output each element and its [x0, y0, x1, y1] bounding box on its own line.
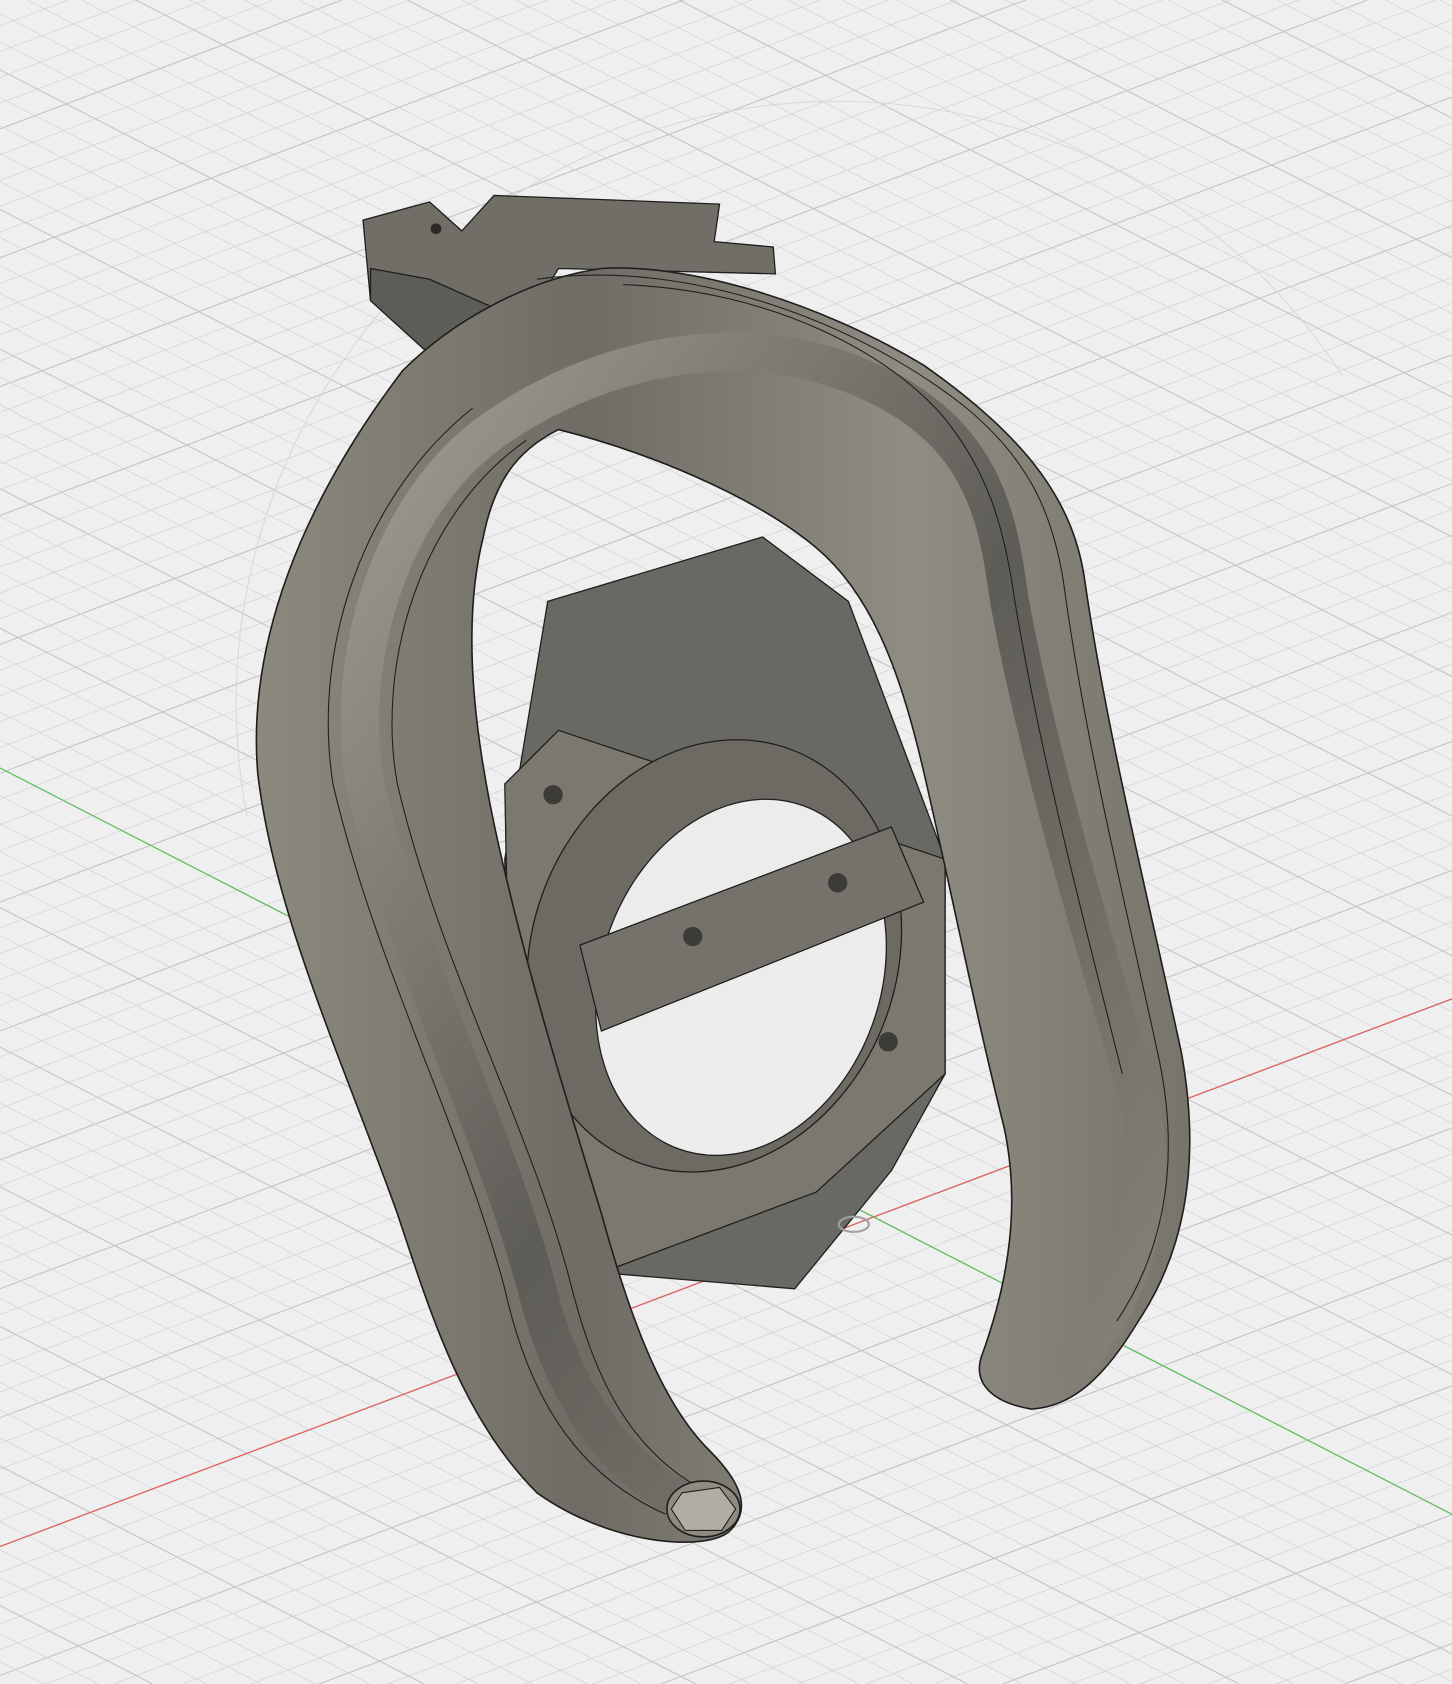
screw-hole [543, 785, 563, 805]
mount-hole [430, 223, 442, 235]
3d-viewport-canvas[interactable] [0, 0, 1452, 1684]
screw-hole [828, 873, 848, 893]
screw-hole [878, 1032, 898, 1052]
3d-scene[interactable] [0, 0, 1452, 1684]
screw-hole [683, 926, 703, 947]
